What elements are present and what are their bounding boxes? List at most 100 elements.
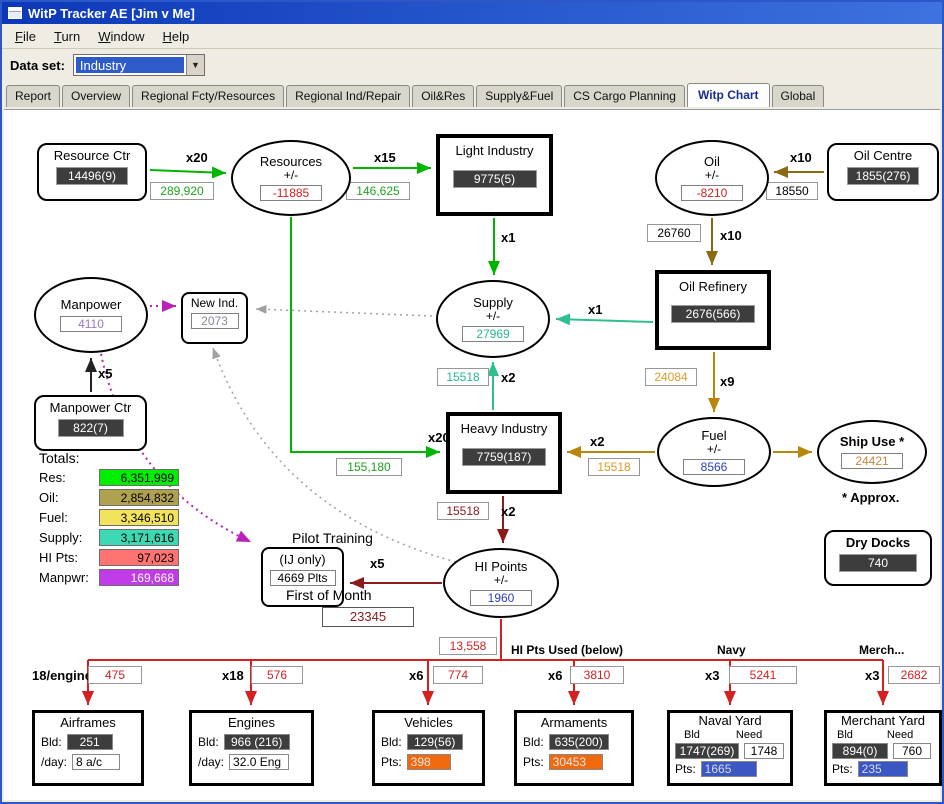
tab-report[interactable]: Report bbox=[6, 85, 61, 107]
menu-help[interactable]: Help bbox=[153, 26, 198, 47]
factory-armaments: Armaments Bld: 635(200) Pts: 30453 bbox=[514, 710, 634, 786]
tab-regional-fcty-resources[interactable]: Regional Fcty/Resources bbox=[132, 85, 285, 107]
totals-label-oil: Oil: bbox=[39, 490, 59, 505]
hi-points-value: 1960 bbox=[470, 590, 532, 607]
node-resource-ctr: Resource Ctr 14496(9) bbox=[37, 143, 147, 201]
mult-naval: x3 bbox=[705, 668, 720, 683]
naval-yard-need-value: 1748 bbox=[744, 743, 784, 759]
node-hi-points: HI Points +/- 1960 bbox=[443, 548, 559, 618]
naval-yard-need-header: Need bbox=[735, 729, 763, 741]
supply-title: Supply bbox=[473, 294, 513, 310]
merchant-yard-headers: Bld Need bbox=[827, 729, 939, 741]
chevron-down-icon: ▼ bbox=[190, 60, 200, 70]
menu-file[interactable]: File bbox=[6, 26, 45, 47]
node-new-ind: New Ind. 2073 bbox=[181, 292, 248, 344]
oil-value: -8210 bbox=[681, 185, 743, 202]
factory-vehicles: Vehicles Bld: 129(56) Pts: 398 bbox=[372, 710, 485, 786]
totals-row-oil: Oil: 2,854,832 bbox=[39, 489, 179, 506]
supply-value: 27969 bbox=[462, 326, 524, 343]
vehicles-bld-label: Bld: bbox=[381, 735, 402, 749]
merchant-yard-pts-row: Pts: 235 bbox=[827, 761, 939, 777]
armaments-bld-row: Bld: 635(200) bbox=[517, 734, 631, 750]
menu-window[interactable]: Window bbox=[89, 26, 153, 47]
merchant-yard-pts-value: 235 bbox=[857, 761, 908, 777]
pilot-training-value: 4669 Plts bbox=[269, 570, 336, 587]
light-industry-value: 9775(5) bbox=[452, 170, 537, 189]
totals-label-manpwr: Manpwr: bbox=[39, 570, 89, 585]
totals-swatch-supply: 3,171,616 bbox=[99, 529, 179, 546]
mult-light-supply: x1 bbox=[501, 230, 516, 245]
dataset-label: Data set: bbox=[10, 57, 65, 73]
tab-cs-cargo-planning[interactable]: CS Cargo Planning bbox=[564, 85, 685, 107]
resource-ctr-title: Resource Ctr bbox=[53, 148, 131, 163]
tab-witp-chart[interactable]: Witp Chart bbox=[686, 83, 770, 107]
totals-label-fuel: Fuel: bbox=[39, 510, 68, 525]
vehicles-bld-value: 129(56) bbox=[406, 734, 463, 750]
manpower-title: Manpower bbox=[60, 297, 122, 313]
resource-ctr-value: 14496(9) bbox=[56, 167, 128, 186]
oil-centre-title: Oil Centre bbox=[853, 148, 913, 163]
mult-resources-light: x15 bbox=[374, 150, 396, 165]
menu-file-mnemonic: F bbox=[15, 28, 23, 44]
tab-supply-fuel[interactable]: Supply&Fuel bbox=[476, 85, 563, 107]
airframes-bld-label: Bld: bbox=[41, 735, 62, 749]
tab-global[interactable]: Global bbox=[771, 85, 825, 107]
totals-swatch-manpwr: 169,668 bbox=[99, 569, 179, 586]
combobox-dropdown-button[interactable]: ▼ bbox=[185, 55, 204, 75]
node-supply: Supply +/- 27969 bbox=[436, 280, 550, 358]
naval-yard-title: Naval Yard bbox=[698, 713, 762, 728]
oil-refinery-value: 2676(566) bbox=[671, 305, 755, 324]
ship-use-approx-note: * Approx. bbox=[842, 490, 900, 505]
menu-help-rest: elp bbox=[171, 28, 190, 44]
airframes-day-label: /day: bbox=[41, 755, 68, 769]
naval-yard-pts-value: 1665 bbox=[700, 761, 757, 777]
menu-window-rest: indow bbox=[110, 28, 145, 44]
menu-turn-rest: urn bbox=[61, 28, 81, 44]
node-oil-refinery: Oil Refinery 2676(566) bbox=[655, 270, 771, 350]
armaments-pts-value: 30453 bbox=[548, 754, 603, 770]
tab-regional-ind-repair[interactable]: Regional Ind/Repair bbox=[286, 85, 411, 107]
dry-docks-title: Dry Docks bbox=[845, 535, 911, 550]
supply-plusminus: +/- bbox=[485, 309, 501, 324]
node-manpower-ctr: Manpower Ctr 822(7) bbox=[34, 395, 147, 451]
totals-row-res: Res: 6,351,999 bbox=[39, 469, 179, 486]
engines-title: Engines bbox=[228, 715, 275, 730]
merchant-yard-need-value: 760 bbox=[893, 743, 931, 759]
naval-yard-bld-header: Bld bbox=[684, 729, 700, 741]
airframes-bld-row: Bld: 251 bbox=[35, 734, 141, 750]
mult-fuel-heavy: x2 bbox=[590, 434, 605, 449]
dataset-combobox[interactable]: Industry ▼ bbox=[72, 54, 205, 76]
engines-bld-value: 966 (216) bbox=[223, 734, 290, 750]
menu-turn[interactable]: Turn bbox=[45, 26, 89, 47]
industry-flow-chart: x20 x15 x10 x1 x10 x1 x2 x9 x20 x2 x2 x5… bbox=[4, 109, 942, 800]
totals-title: Totals: bbox=[39, 450, 80, 466]
naval-yard-bld-value: 1747(269) bbox=[675, 743, 739, 759]
totals-row-supply: Supply: 3,171,616 bbox=[39, 529, 179, 546]
tab-overview[interactable]: Overview bbox=[62, 85, 131, 107]
app-window: WitP Tracker AE [Jim v Me] File Turn Win… bbox=[0, 0, 944, 804]
tab-oil-res[interactable]: Oil&Res bbox=[412, 85, 475, 107]
node-oil: Oil +/- -8210 bbox=[655, 140, 769, 216]
value-resources-light: 146,625 bbox=[346, 182, 410, 200]
mult-heavy-hipoints: x2 bbox=[501, 504, 516, 519]
vehicles-pts-label: Pts: bbox=[381, 755, 402, 769]
hi-points-title: HI Points bbox=[474, 558, 528, 574]
armaments-title: Armaments bbox=[540, 715, 608, 730]
mult-manpowerctr-manpower: x5 bbox=[98, 366, 113, 381]
engines-bld-label: Bld: bbox=[198, 735, 219, 749]
armaments-pts-row: Pts: 30453 bbox=[517, 754, 631, 770]
naval-yard-pts-row: Pts: 1665 bbox=[670, 761, 790, 777]
value-heavy-supply: 15518 bbox=[437, 368, 489, 386]
node-dry-docks: Dry Docks 740 bbox=[824, 530, 932, 586]
engines-day-row: /day: 32.0 Eng bbox=[192, 754, 311, 770]
totals-swatch-oil: 2,854,832 bbox=[99, 489, 179, 506]
oil-title: Oil bbox=[704, 153, 720, 169]
vehicles-bld-row: Bld: 129(56) bbox=[375, 734, 482, 750]
manpower-ctr-title: Manpower Ctr bbox=[49, 400, 132, 415]
title-bar[interactable]: WitP Tracker AE [Jim v Me] bbox=[2, 2, 942, 24]
dry-docks-value: 740 bbox=[839, 554, 917, 573]
window-icon bbox=[8, 7, 22, 19]
armaments-pts-label: Pts: bbox=[523, 755, 544, 769]
node-manpower: Manpower 4110 bbox=[34, 277, 148, 353]
value-to-airframes: 475 bbox=[88, 666, 142, 684]
